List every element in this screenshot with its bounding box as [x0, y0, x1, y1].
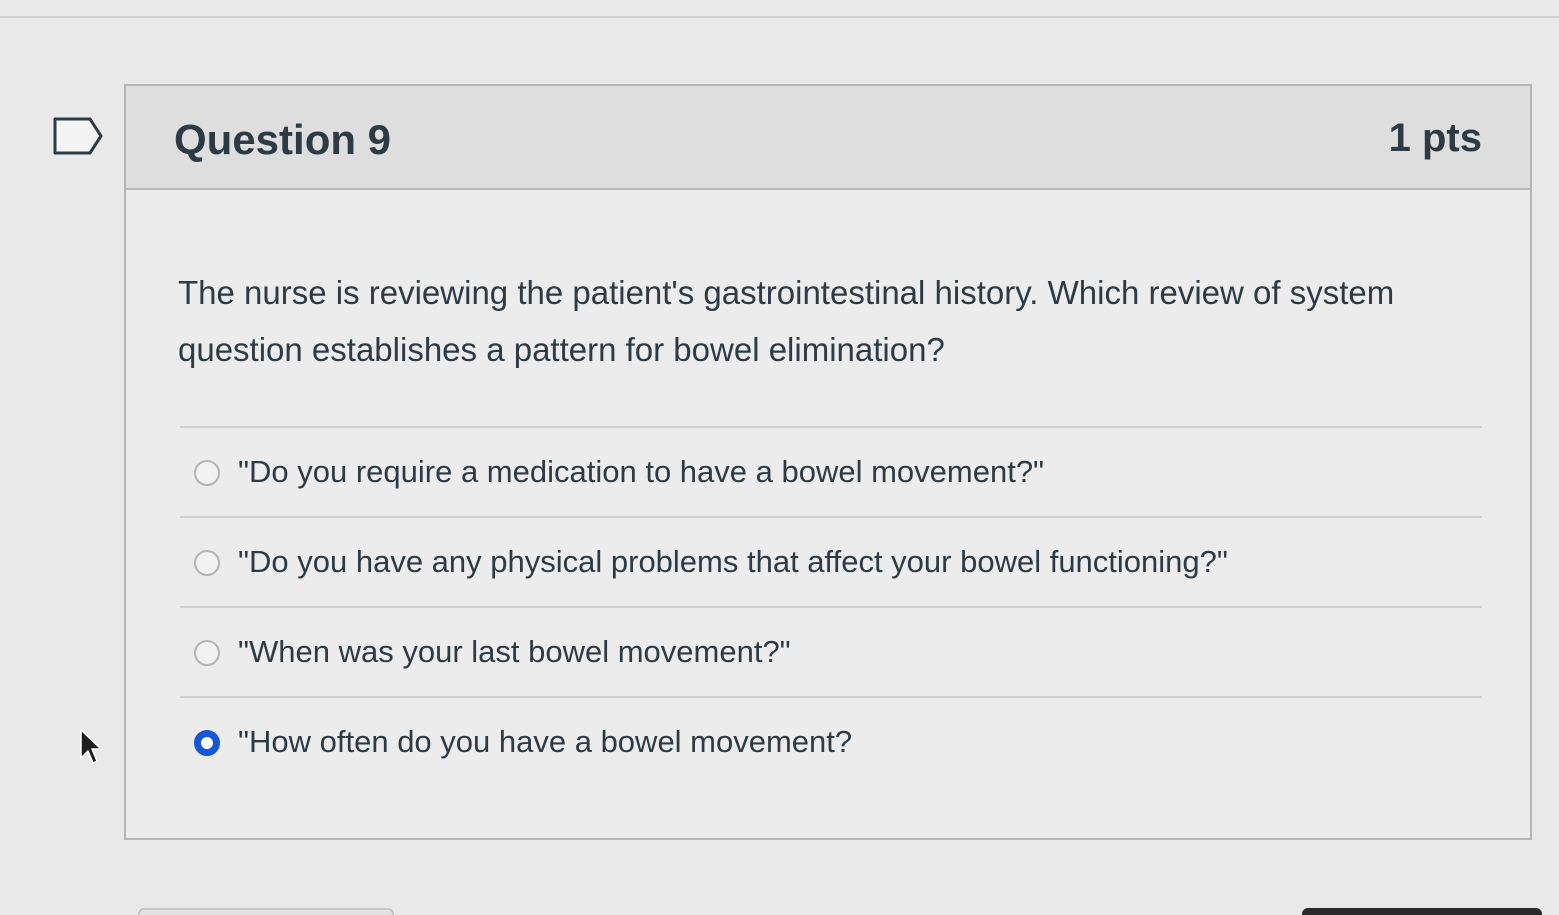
radio-unchecked-icon[interactable]: [194, 460, 220, 486]
answer-list: "Do you require a medication to have a b…: [180, 426, 1482, 788]
question-text: The nurse is reviewing the patient's gas…: [178, 274, 1395, 368]
radio-checked-icon[interactable]: [194, 730, 220, 756]
flag-question-icon[interactable]: [52, 116, 104, 156]
answer-option-1[interactable]: "Do you require a medication to have a b…: [180, 428, 1482, 518]
answer-option-3[interactable]: "When was your last bowel movement?": [180, 608, 1482, 698]
answer-label: "When was your last bowel movement?": [238, 634, 791, 669]
answer-label: "How often do you have a bowel movement?: [238, 724, 853, 759]
question-card: Question 9 1 pts The nurse is reviewing …: [124, 84, 1532, 840]
radio-unchecked-icon[interactable]: [194, 550, 220, 576]
answer-label: "Do you require a medication to have a b…: [238, 454, 1045, 489]
bottom-tab-right: [1302, 908, 1542, 915]
answer-option-4[interactable]: "How often do you have a bowel movement?: [180, 698, 1482, 788]
question-title: Question 9: [174, 116, 392, 163]
answer-option-2[interactable]: "Do you have any physical problems that …: [180, 518, 1482, 608]
question-header: Question 9 1 pts: [126, 86, 1530, 190]
question-points: 1 pts: [1388, 116, 1482, 160]
top-divider: [0, 16, 1559, 18]
answer-label: "Do you have any physical problems that …: [238, 544, 1228, 579]
mouse-pointer-icon: [80, 729, 102, 764]
bottom-tab-left: [138, 908, 394, 915]
radio-unchecked-icon[interactable]: [194, 640, 220, 666]
